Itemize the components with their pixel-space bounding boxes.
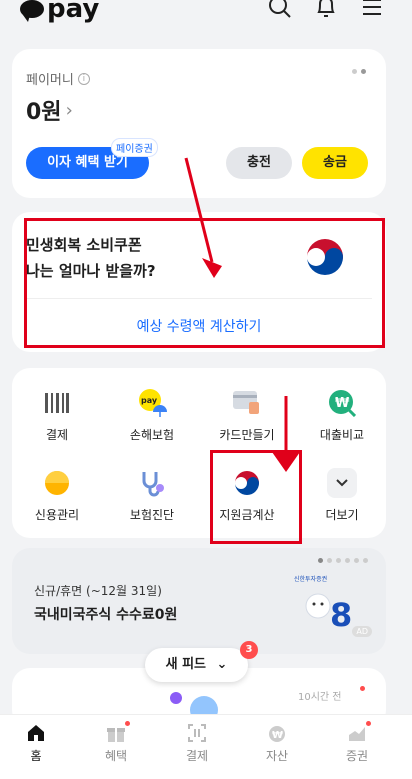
- barcode-icon: [42, 388, 72, 418]
- new-dot: [360, 686, 365, 691]
- service-label: 보험진단: [129, 508, 175, 522]
- service-label: 대출비교: [319, 428, 365, 442]
- nav-label: 증권: [345, 749, 369, 763]
- nav-home[interactable]: 홈: [6, 723, 66, 764]
- annotation-box-subsidy: [210, 450, 302, 544]
- logo-bubble-icon: [20, 0, 44, 22]
- feed-time: 10시간 전: [298, 692, 342, 703]
- chevron-down-icon: ⌄: [216, 657, 228, 672]
- mascot-icon: 8: [305, 593, 352, 634]
- chevron-down-icon: [327, 468, 357, 498]
- voucher-badge: 페이증권: [112, 139, 157, 156]
- menu-icon[interactable]: [360, 0, 384, 20]
- nav-label: 자산: [265, 749, 289, 763]
- brand-label: 신한투자증권: [294, 576, 328, 583]
- services-card: 결제 pay 손해보험 카드만들기 ₩ 대출비교 신용관리 보험진단 지원금계산: [12, 368, 386, 538]
- search-icon[interactable]: [268, 0, 292, 20]
- pay-money-label-row: 페이머니 i: [26, 69, 90, 88]
- pay-money-label: 페이머니: [26, 73, 74, 88]
- service-credit[interactable]: 신용관리: [12, 468, 102, 523]
- service-insurance-checkup[interactable]: 보험진단: [107, 468, 197, 523]
- service-loan-compare[interactable]: ₩ 대출비교: [297, 388, 387, 443]
- service-label: 신용관리: [34, 508, 80, 522]
- send-button[interactable]: 송금: [302, 147, 368, 179]
- new-feed-button[interactable]: 새 피드 ⌄: [145, 648, 248, 682]
- pay-money-amount: 0원: [26, 100, 62, 125]
- nav-label: 혜택: [104, 749, 128, 763]
- svg-text:pay: pay: [141, 396, 158, 405]
- pay-money-amount-row[interactable]: 0원 ›: [26, 94, 73, 126]
- nav-label: 결제: [185, 749, 209, 763]
- pay-umbrella-icon: pay: [137, 388, 167, 418]
- bottom-nav: 홈 혜택 결제 ₩ 자산 증권: [0, 714, 412, 779]
- charge-button[interactable]: 충전: [226, 147, 292, 179]
- new-dot: [125, 721, 130, 726]
- card-page-dots: [352, 69, 366, 74]
- card-icon: [232, 388, 262, 418]
- pay-money-card: 페이머니 i 0원 › 이자 혜택 받기 페이증권 충전 송금: [12, 49, 386, 198]
- svg-text:₩: ₩: [272, 730, 283, 741]
- service-payment[interactable]: 결제: [12, 388, 102, 443]
- home-icon: [26, 723, 46, 743]
- service-make-card[interactable]: 카드만들기: [202, 388, 292, 443]
- stock-chart-icon: [347, 721, 371, 743]
- feed-count-badge: 3: [240, 641, 258, 659]
- new-dot: [366, 721, 371, 726]
- stethoscope-icon: [137, 468, 167, 498]
- status-bar: pay: [0, 0, 412, 30]
- credit-gauge-icon: [42, 468, 72, 498]
- service-insurance[interactable]: pay 손해보험: [107, 388, 197, 443]
- promo-title: 국내미국주식 수수료0원: [34, 607, 178, 623]
- service-label: 카드만들기: [219, 428, 275, 442]
- logo-text: pay: [47, 0, 100, 24]
- new-feed-label: 새 피드: [165, 657, 206, 672]
- nav-assets[interactable]: ₩ 자산: [247, 723, 307, 764]
- chevron-right-icon: ›: [65, 99, 73, 121]
- promo-subtitle: 신규/휴면 (~12월 31일): [34, 584, 162, 598]
- nav-label: 홈: [30, 749, 42, 763]
- won-search-icon: ₩: [327, 388, 357, 418]
- nav-securities[interactable]: 증권: [327, 721, 387, 764]
- service-label: 손해보험: [129, 428, 175, 442]
- promo-page-dots: [318, 558, 368, 563]
- kakaopay-logo: pay: [20, 0, 99, 24]
- service-more[interactable]: 더보기: [297, 468, 387, 523]
- nav-payment[interactable]: 결제: [167, 723, 227, 764]
- svg-text:₩: ₩: [335, 396, 350, 411]
- bell-icon[interactable]: [314, 0, 338, 20]
- info-icon[interactable]: i: [77, 72, 90, 85]
- nav-benefits[interactable]: 혜택: [86, 721, 146, 764]
- annotation-box-coupon: [24, 218, 385, 348]
- promo-banner[interactable]: 신규/휴면 (~12월 31일) 국내미국주식 수수료0원 신한투자증권 8 A…: [12, 548, 386, 654]
- service-label: 결제: [45, 428, 69, 442]
- ad-tag: AD: [352, 626, 372, 637]
- won-bag-icon: ₩: [267, 723, 287, 743]
- service-label: 더보기: [325, 508, 359, 522]
- svg-text:8: 8: [330, 596, 352, 634]
- scan-icon: [187, 723, 207, 743]
- gift-icon: [106, 721, 130, 743]
